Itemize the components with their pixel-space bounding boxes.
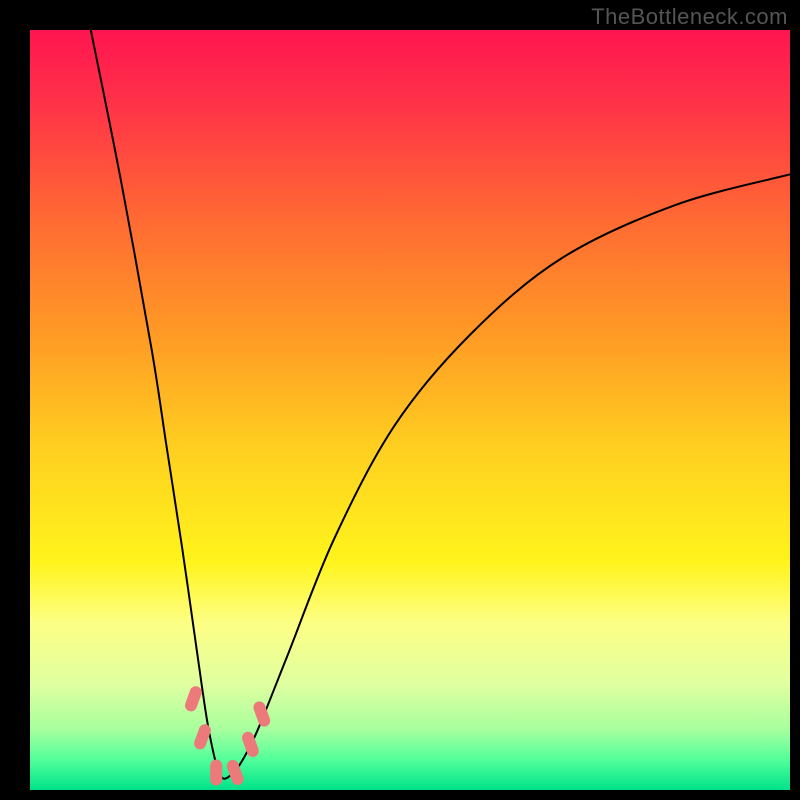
plot-area — [30, 30, 790, 790]
curve-marker — [210, 760, 222, 786]
chart-svg — [30, 30, 790, 790]
chart-container: TheBottleneck.com — [0, 0, 800, 800]
watermark-text: TheBottleneck.com — [591, 4, 788, 30]
gradient-background — [30, 30, 790, 790]
